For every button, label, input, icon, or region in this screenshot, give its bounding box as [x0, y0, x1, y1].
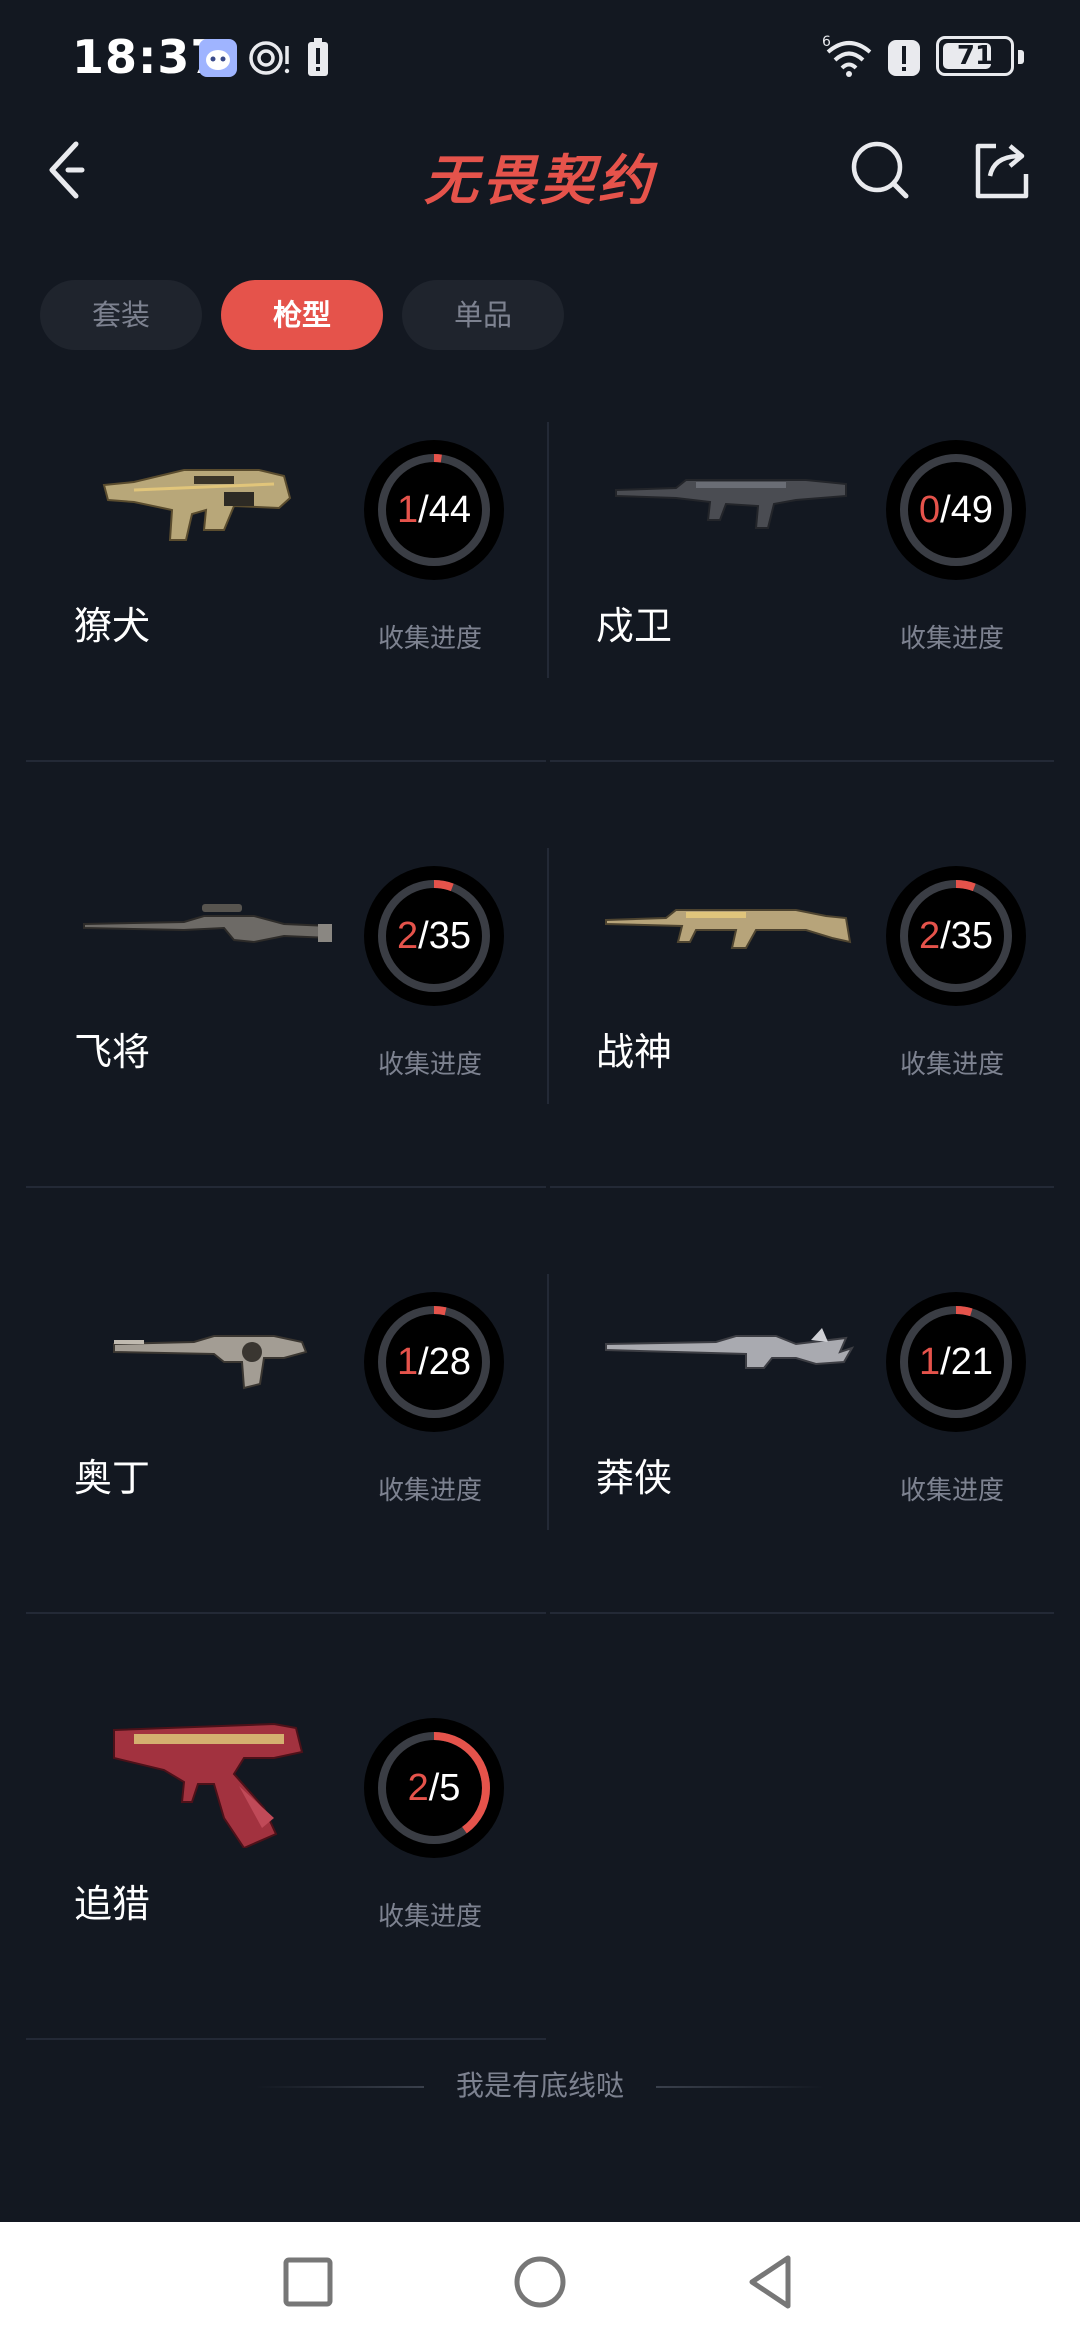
collection-count: 2/5	[364, 1718, 504, 1858]
wifi-icon: 6	[822, 34, 872, 77]
collection-count: 0/49	[886, 440, 1026, 580]
row-divider	[550, 1186, 1054, 1188]
search-icon[interactable]	[848, 138, 912, 202]
total-count: /5	[428, 1767, 461, 1809]
column-divider	[547, 848, 549, 1104]
progress-label: 收集进度	[378, 1476, 483, 1506]
battery-alert-icon	[308, 38, 328, 76]
battery-level: 71	[956, 41, 994, 71]
total-count: /21	[940, 1341, 993, 1383]
column-divider	[547, 422, 549, 678]
collected-count: 2	[397, 915, 419, 957]
weapon-card[interactable]: 奥丁 1/28 收集进度	[26, 1272, 546, 1692]
weapon-card[interactable]: 獠犬 1/44 收集进度	[26, 420, 546, 840]
weapon-card[interactable]: 飞将 2/35 收集进度	[26, 846, 546, 1266]
total-count: /28	[418, 1341, 471, 1383]
svg-text:6: 6	[822, 34, 831, 50]
progress-label: 收集进度	[900, 1050, 1005, 1080]
tab-single-items[interactable]: 单品	[402, 280, 564, 350]
weapon-name: 飞将	[74, 1030, 151, 1074]
total-count: /44	[418, 489, 471, 531]
weapon-image	[605, 1328, 855, 1369]
weapon-card[interactable]: 战神 2/35 收集进度	[548, 846, 1068, 1266]
weapon-name: 战神	[596, 1030, 673, 1074]
collected-count: 2	[919, 915, 941, 957]
weapon-card[interactable]: 戍卫 0/49 收集进度	[548, 420, 1068, 840]
collection-count: 1/28	[364, 1292, 504, 1432]
row-divider	[550, 1612, 1054, 1614]
collected-count: 0	[919, 489, 941, 531]
alert-icon	[888, 40, 920, 76]
app-header: 无畏契约	[0, 120, 1080, 220]
weapon-name: 奥丁	[74, 1456, 151, 1500]
progress-label: 收集进度	[900, 1476, 1005, 1506]
weapon-card[interactable]: 追猎 2/5 收集进度	[26, 1698, 546, 2118]
weapon-image	[605, 909, 852, 949]
recent-apps-icon[interactable]	[278, 2252, 338, 2312]
status-bar: 18:37 6 71	[0, 0, 1080, 120]
weapon-image	[615, 479, 847, 529]
collected-count: 2	[407, 1767, 429, 1809]
tab-weapon-types[interactable]: 枪型	[221, 280, 383, 350]
progress-label: 收集进度	[378, 1902, 483, 1932]
system-nav-bar	[0, 2222, 1080, 2340]
battery-indicator: 71	[936, 36, 1014, 76]
collection-count: 1/21	[886, 1292, 1026, 1432]
weapon-image	[102, 469, 292, 541]
row-divider	[26, 1612, 546, 1614]
weapon-name: 獠犬	[74, 604, 151, 648]
collected-count: 1	[919, 1341, 941, 1383]
home-icon[interactable]	[510, 2252, 570, 2312]
row-divider	[26, 1186, 546, 1188]
back-nav-icon[interactable]	[742, 2252, 802, 2312]
progress-label: 收集进度	[900, 624, 1005, 654]
weapon-image	[113, 1722, 304, 1848]
row-divider	[26, 760, 546, 762]
progress-label: 收集进度	[378, 624, 483, 654]
row-divider	[550, 760, 1054, 762]
weapon-card[interactable]: 莽侠 1/21 收集进度	[548, 1272, 1068, 1692]
share-icon[interactable]	[970, 138, 1034, 202]
end-of-list-text: 我是有底线哒	[455, 2069, 624, 2102]
total-count: /49	[940, 489, 993, 531]
weapon-name: 莽侠	[596, 1456, 673, 1500]
app-notification-icon	[199, 39, 237, 77]
collection-count: 2/35	[364, 866, 504, 1006]
column-divider	[547, 1274, 549, 1530]
collected-count: 1	[397, 489, 419, 531]
collected-count: 1	[397, 1341, 419, 1383]
tab-suits[interactable]: 套装	[40, 280, 202, 350]
weapon-name: 追猎	[74, 1882, 151, 1926]
collection-count: 2/35	[886, 866, 1026, 1006]
progress-label: 收集进度	[378, 1050, 483, 1080]
footer-line-right	[656, 2086, 824, 2088]
total-count: /35	[418, 915, 471, 957]
weapon-image	[83, 904, 332, 944]
weapon-image	[113, 1335, 308, 1390]
app-logo-title: 无畏契约	[424, 149, 656, 212]
nfc-icon	[249, 41, 290, 75]
collection-count: 1/44	[364, 440, 504, 580]
row-divider	[26, 2038, 546, 2040]
total-count: /35	[940, 915, 993, 957]
weapon-name: 戍卫	[596, 604, 673, 648]
back-arrow-icon[interactable]	[38, 138, 102, 202]
